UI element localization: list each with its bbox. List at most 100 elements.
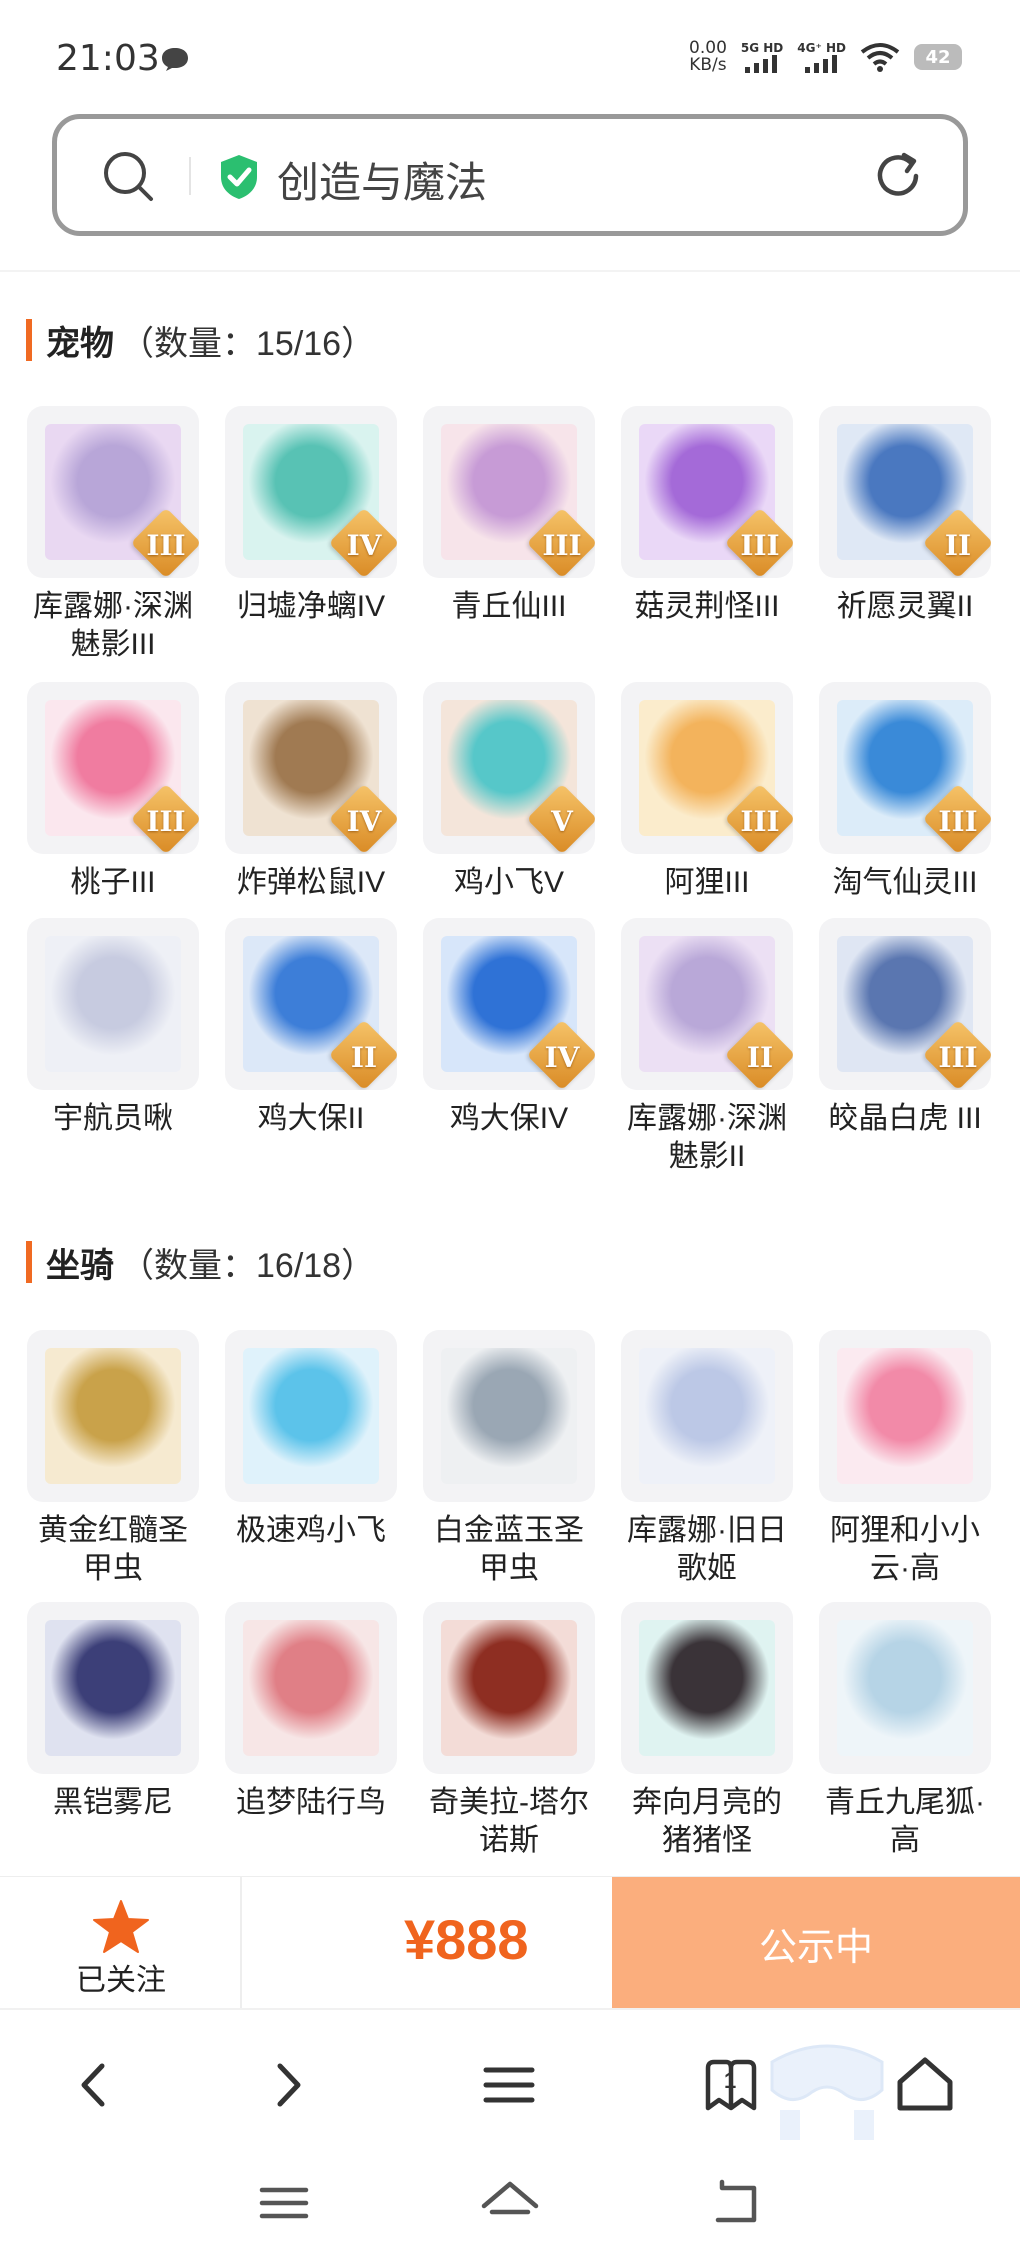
grid-item[interactable]: 黑铠雾尼 <box>26 1602 200 1822</box>
status-time: 21:03 <box>56 38 160 79</box>
tier-label: III <box>740 805 780 838</box>
item-artwork <box>837 1348 973 1484</box>
item-thumbnail: III <box>621 682 793 854</box>
battery-indicator: 42 <box>914 44 962 70</box>
status-bar: 21:03 0.00 KB/s 5G HD 4G⁺ HD 42 <box>0 0 1020 110</box>
item-artwork <box>441 1620 577 1756</box>
grid-item[interactable]: V 鸡小飞V <box>422 682 596 902</box>
tabs-button[interactable]: 1 <box>696 2050 766 2120</box>
item-thumbnail: III <box>819 918 991 1090</box>
item-thumbnail <box>621 1602 793 1774</box>
grid-item[interactable]: 青丘九尾狐·高 <box>818 1602 992 1860</box>
item-name: 祈愿灵翼II <box>836 590 974 623</box>
grid-item[interactable]: III 库露娜·深渊魅影III <box>26 406 200 664</box>
item-artwork <box>837 1620 973 1756</box>
grid-item[interactable]: 追梦陆行鸟 <box>224 1602 398 1822</box>
recent-apps-icon[interactable] <box>254 2178 314 2228</box>
browser-toolbar: 1 <box>0 2008 1020 2148</box>
address-search-bar[interactable]: 创造与魔法 <box>52 114 968 236</box>
item-artwork <box>639 1348 775 1484</box>
signal-5g: 5G HD <box>741 41 783 73</box>
item-name: 菇灵荆怪III <box>634 590 780 623</box>
grid-item[interactable]: III 阿狸III <box>620 682 794 902</box>
grid-item[interactable]: III 淘气仙灵III <box>818 682 992 902</box>
tier-label: III <box>146 805 186 838</box>
item-thumbnail <box>819 1602 991 1774</box>
grid-item[interactable]: IV 炸弹松鼠IV <box>224 682 398 902</box>
net-speed-unit: KB/s <box>689 55 727 75</box>
grid-item[interactable]: IV 归墟净螭IV <box>224 406 398 626</box>
grid-item[interactable]: II 库露娜·深渊魅影II <box>620 918 794 1176</box>
item-artwork <box>441 1348 577 1484</box>
item-artwork <box>639 1620 775 1756</box>
item-thumbnail: V <box>423 682 595 854</box>
item-name: 青丘仙III <box>451 590 567 623</box>
grid-item[interactable]: IV 鸡大保IV <box>422 918 596 1138</box>
item-thumbnail: IV <box>225 682 397 854</box>
tier-label: II <box>350 1041 378 1074</box>
grid-item[interactable]: 库露娜·旧日歌姬 <box>620 1330 794 1588</box>
item-thumbnail <box>225 1602 397 1774</box>
item-thumbnail: III <box>27 682 199 854</box>
item-name: 库露娜·深渊魅影II <box>627 1102 787 1173</box>
item-name: 阿狸III <box>664 866 750 899</box>
item-name: 极速鸡小飞 <box>236 1514 386 1547</box>
item-artwork <box>243 1348 379 1484</box>
item-thumbnail <box>27 918 199 1090</box>
search-query[interactable]: 创造与魔法 <box>277 149 487 210</box>
grid-item[interactable]: III 桃子III <box>26 682 200 902</box>
grid-item[interactable]: III 青丘仙III <box>422 406 596 626</box>
forward-icon[interactable] <box>252 2050 322 2120</box>
section-name: 坐骑 <box>46 1246 114 1285</box>
item-name: 追梦陆行鸟 <box>236 1786 386 1819</box>
grid-item[interactable]: 奇美拉-塔尔诺斯 <box>422 1602 596 1860</box>
system-back-icon[interactable] <box>708 2178 768 2228</box>
tier-label: II <box>944 529 972 562</box>
item-name: 库露娜·旧日歌姬 <box>627 1514 787 1585</box>
tab-count: 1 <box>724 2068 737 2093</box>
grid-item[interactable]: II 鸡大保II <box>224 918 398 1138</box>
home-icon[interactable] <box>890 2050 960 2120</box>
signal-5g-label: 5G HD <box>740 41 784 55</box>
search-icon[interactable] <box>101 149 155 203</box>
grid-item[interactable]: 黄金红髓圣甲虫 <box>26 1330 200 1588</box>
system-home-icon[interactable] <box>480 2178 540 2228</box>
grid-item[interactable]: III 皎晶白虎 III <box>818 918 992 1138</box>
section-accent-bar <box>26 319 32 361</box>
grid-item[interactable]: 白金蓝玉圣甲虫 <box>422 1330 596 1588</box>
signal-4g-label: 4G⁺ HD <box>797 41 846 55</box>
section-accent-bar <box>26 1241 32 1283</box>
refresh-icon[interactable] <box>871 149 925 203</box>
grid-item[interactable]: 极速鸡小飞 <box>224 1330 398 1550</box>
grid-item[interactable]: 奔向月亮的猪猪怪 <box>620 1602 794 1860</box>
item-thumbnail: IV <box>423 918 595 1090</box>
tier-label: III <box>542 529 582 562</box>
item-name: 鸡大保II <box>257 1102 365 1135</box>
wifi-icon <box>860 43 900 72</box>
tier-label: III <box>938 805 978 838</box>
net-speed: 0.00 KB/s <box>689 40 727 74</box>
item-name: 鸡大保IV <box>449 1102 569 1135</box>
item-name: 奇美拉-塔尔诺斯 <box>429 1786 589 1857</box>
grid-item[interactable]: 宇航员啾 <box>26 918 200 1138</box>
item-name: 宇航员啾 <box>53 1102 173 1135</box>
item-thumbnail: III <box>423 406 595 578</box>
grid-item[interactable]: II 祈愿灵翼II <box>818 406 992 626</box>
signal-bars-icon <box>745 55 778 73</box>
item-thumbnail <box>621 1330 793 1502</box>
section-name: 宠物 <box>46 324 114 363</box>
item-thumbnail: III <box>27 406 199 578</box>
item-thumbnail: II <box>819 406 991 578</box>
tier-label: IV <box>346 529 382 562</box>
section-count: （数量：15/16） <box>120 324 376 363</box>
follow-button[interactable]: 已关注 <box>0 1877 242 2009</box>
item-thumbnail <box>225 1330 397 1502</box>
status-button[interactable]: 公示中 <box>612 1877 1020 2009</box>
section-count: （数量：16/18） <box>120 1246 376 1285</box>
item-name: 归墟净螭IV <box>236 590 386 623</box>
action-bar: 已关注 ¥888 公示中 <box>0 1876 1020 2009</box>
grid-item[interactable]: 阿狸和小小云·高 <box>818 1330 992 1588</box>
menu-icon[interactable] <box>474 2050 544 2120</box>
grid-item[interactable]: III 菇灵荆怪III <box>620 406 794 626</box>
back-icon[interactable] <box>60 2050 130 2120</box>
